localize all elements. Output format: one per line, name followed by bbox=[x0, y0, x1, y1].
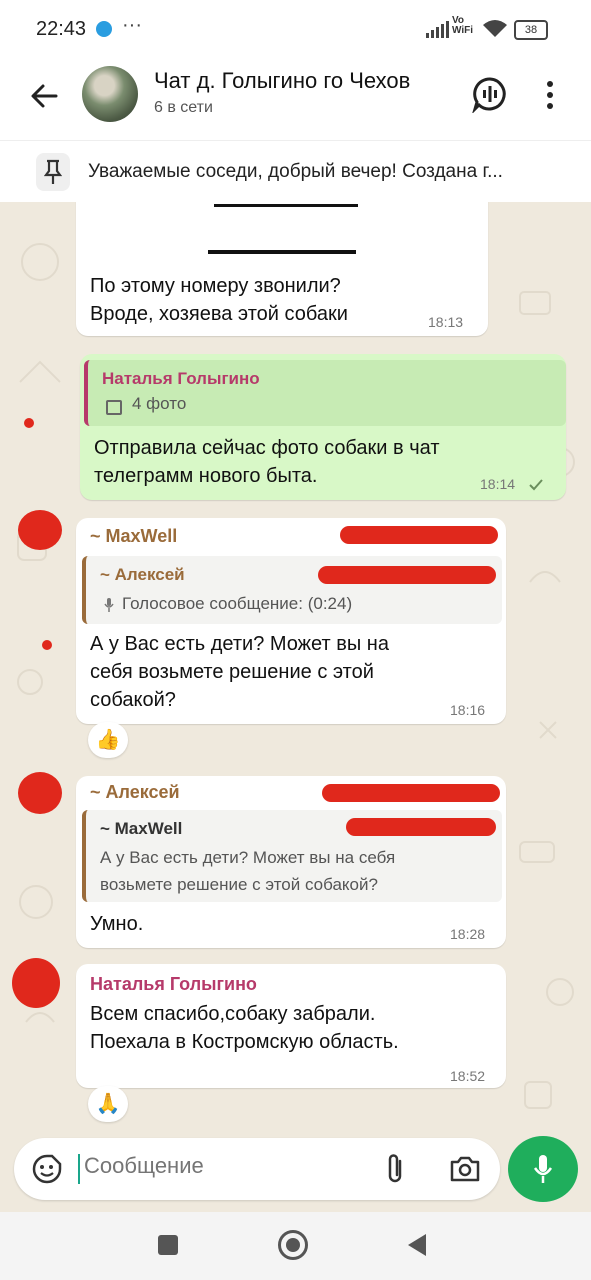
message-bubble[interactable]: По этому номеру звонили? Вроде, хозяева э… bbox=[76, 202, 488, 336]
redacted-phone bbox=[322, 784, 500, 802]
message-input[interactable] bbox=[82, 1152, 366, 1180]
system-navigation-bar bbox=[0, 1212, 591, 1280]
redacted-avatar bbox=[12, 958, 60, 1008]
message-text: По этому номеру звонили? Вроде, хозяева э… bbox=[90, 275, 348, 325]
emoji-icon[interactable] bbox=[32, 1154, 62, 1184]
pin-icon bbox=[36, 153, 70, 191]
mic-small-icon bbox=[104, 598, 114, 612]
quote-text: А у Вас есть дети? Может вы на себя возьм… bbox=[100, 848, 396, 894]
group-avatar[interactable] bbox=[82, 66, 138, 122]
camera-icon[interactable] bbox=[448, 1154, 482, 1184]
recents-button[interactable] bbox=[158, 1235, 178, 1255]
reply-quote[interactable]: ~ Алексей Голосовое сообщение: (0:24) bbox=[82, 556, 502, 624]
quote-text: Голосовое сообщение: (0:24) bbox=[122, 594, 353, 613]
message-bubble[interactable]: ~ Алексей ~ MaxWell А у Вас есть дети? М… bbox=[76, 776, 506, 948]
online-count: 6 в сети bbox=[154, 99, 213, 116]
reaction-badge[interactable]: 👍 bbox=[88, 722, 128, 758]
clock: 22:43 bbox=[36, 18, 87, 40]
photo-icon bbox=[106, 400, 122, 415]
home-button[interactable] bbox=[278, 1230, 308, 1260]
redaction-mark bbox=[42, 640, 52, 650]
quote-text: 4 фото bbox=[132, 394, 187, 413]
more-notifications-icon: ··· bbox=[122, 14, 142, 36]
media-divider bbox=[214, 204, 358, 207]
message-time: 18:52 bbox=[450, 1068, 486, 1084]
back-arrow-icon[interactable] bbox=[26, 78, 62, 114]
message-composer bbox=[14, 1138, 500, 1200]
microphone-icon bbox=[533, 1155, 553, 1183]
pinned-message-text: Уважаемые соседи, добрый вечер! Создана … bbox=[88, 161, 503, 182]
media-divider bbox=[208, 250, 356, 254]
quote-sender: Наталья Голыгино bbox=[102, 369, 260, 388]
back-button[interactable] bbox=[408, 1234, 426, 1256]
message-text: Отправила сейчас фото собаки в чат телегр… bbox=[94, 437, 440, 487]
chat-header: Чат д. Голыгино го Чехов 6 в сети bbox=[0, 58, 591, 140]
signal-icon bbox=[426, 20, 449, 38]
attach-icon[interactable] bbox=[382, 1152, 408, 1186]
more-options-icon[interactable] bbox=[540, 78, 560, 112]
voice-chat-icon[interactable] bbox=[471, 75, 509, 113]
redacted-avatar bbox=[18, 772, 62, 814]
sender-name[interactable]: ~ MaxWell bbox=[90, 526, 177, 547]
message-list[interactable]: По этому номеру звонили? Вроде, хозяева э… bbox=[0, 202, 591, 1136]
voice-record-button[interactable] bbox=[508, 1136, 578, 1202]
reaction-badge[interactable]: 🙏 bbox=[88, 1086, 128, 1122]
battery-icon: 38 bbox=[514, 20, 548, 40]
message-bubble[interactable]: ~ MaxWell ~ Алексей Голосовое сообщение:… bbox=[76, 518, 506, 724]
message-time: 18:14 bbox=[480, 476, 516, 492]
message-text: Умно. bbox=[90, 913, 144, 935]
text-cursor bbox=[78, 1154, 80, 1184]
message-time: 18:28 bbox=[450, 926, 486, 942]
sender-name[interactable]: ~ Алексей bbox=[90, 782, 180, 803]
reply-quote[interactable]: ~ MaxWell А у Вас есть дети? Может вы на… bbox=[82, 810, 502, 902]
redaction-mark bbox=[24, 418, 34, 428]
quote-sender: ~ Алексей bbox=[100, 565, 185, 584]
reply-quote[interactable]: Наталья Голыгино 4 фото bbox=[84, 360, 566, 426]
message-text: Всем спасибо,собаку забрали. Поехала в Ко… bbox=[90, 1003, 399, 1053]
redacted-avatar bbox=[18, 510, 62, 550]
message-text: А у Вас есть дети? Может вы на себя возьм… bbox=[90, 633, 389, 711]
pinned-message-bar[interactable]: Уважаемые соседи, добрый вечер! Создана … bbox=[0, 140, 591, 203]
chat-title[interactable]: Чат д. Голыгино го Чехов bbox=[154, 68, 410, 94]
redacted-phone bbox=[340, 526, 498, 544]
sender-name[interactable]: Наталья Голыгино bbox=[90, 974, 257, 995]
sent-check-icon bbox=[529, 479, 543, 491]
message-time: 18:16 bbox=[450, 702, 486, 718]
telegram-notification-icon bbox=[96, 21, 112, 37]
status-bar: 22:43 ··· Vo WiFi 38 bbox=[0, 0, 591, 58]
redacted-phone bbox=[318, 566, 496, 584]
wifi-icon bbox=[483, 20, 507, 37]
message-time: 18:13 bbox=[428, 314, 464, 330]
message-bubble[interactable]: Наталья Голыгино Всем спасибо,собаку заб… bbox=[76, 964, 506, 1088]
message-bubble[interactable]: Наталья Голыгино 4 фото Отправила сейчас… bbox=[80, 354, 566, 500]
quote-sender: ~ MaxWell bbox=[100, 819, 183, 838]
vowifi-icon: Vo WiFi bbox=[452, 15, 474, 36]
redacted-phone bbox=[346, 818, 496, 836]
